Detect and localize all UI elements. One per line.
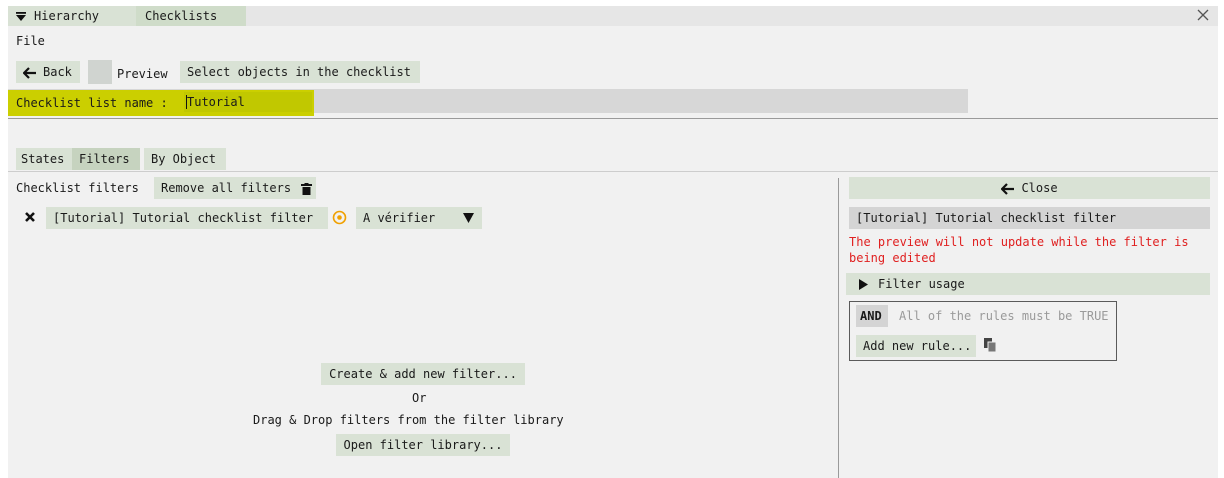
triangle-right-icon	[859, 279, 868, 290]
tab-by-object[interactable]: By Object	[144, 148, 226, 170]
preview-label: Preview	[117, 67, 168, 81]
back-button[interactable]: Back	[16, 61, 80, 83]
divider	[8, 118, 1218, 119]
text-cursor	[186, 95, 187, 109]
trash-icon	[301, 182, 313, 195]
tab-states-label: States	[21, 152, 65, 166]
remove-all-filters-label: Remove all filters	[161, 181, 292, 195]
or-label: Or	[412, 391, 427, 405]
close-x-icon[interactable]	[1196, 8, 1210, 22]
triangle-down-icon	[16, 11, 26, 22]
back-label: Back	[43, 65, 72, 79]
drag-drop-hint: Drag & Drop filters from the filter libr…	[253, 413, 564, 427]
tab-filters-label: Filters	[79, 152, 130, 166]
filter-state-value: A vérifier	[363, 211, 436, 225]
target-circle-icon	[332, 210, 347, 225]
select-objects-button[interactable]: Select objects in the checklist	[180, 61, 420, 83]
menu-file[interactable]: File	[16, 33, 45, 49]
filter-usage-label: Filter usage	[878, 277, 965, 291]
name-input[interactable]: Tutorial	[184, 92, 312, 112]
create-filter-button[interactable]: Create & add new filter...	[321, 363, 525, 385]
triangle-down-icon	[463, 213, 474, 223]
panel-separator	[838, 178, 839, 478]
tab-by-object-label: By Object	[151, 152, 217, 166]
tab-checklists-label: Checklists	[145, 9, 218, 23]
checklist-window: Hierarchy Checklists File Back Preview S…	[8, 6, 1218, 478]
x-icon[interactable]	[24, 211, 36, 223]
tab-checklists[interactable]: Checklists	[136, 6, 246, 26]
checklist-filters-title: Checklist filters	[16, 181, 139, 195]
arrow-left-icon	[1001, 182, 1015, 195]
filter-item-name[interactable]: [Tutorial] Tutorial checklist filter	[46, 207, 328, 229]
filter-state-dropdown[interactable]: A vérifier	[356, 207, 482, 229]
add-new-rule-button[interactable]: Add new rule...	[856, 335, 976, 357]
tab-hierarchy[interactable]: Hierarchy	[8, 6, 136, 26]
operator-description: All of the rules must be TRUE	[899, 309, 1109, 323]
preview-warning-line2: being edited	[849, 251, 936, 265]
open-filter-library-button[interactable]: Open filter library...	[336, 434, 510, 456]
preview-warning-line1: The preview will not update while the fi…	[849, 235, 1189, 249]
subtab-divider	[8, 171, 1218, 172]
tab-hierarchy-label: Hierarchy	[34, 9, 100, 23]
editor-filter-name[interactable]: [Tutorial] Tutorial checklist filter	[849, 207, 1210, 229]
name-field-label: Checklist list name :	[16, 96, 168, 110]
paste-icon[interactable]	[984, 338, 997, 352]
close-editor-label: Close	[1021, 181, 1058, 195]
name-input-value: Tutorial	[187, 95, 245, 109]
operator-and-button[interactable]: AND	[856, 305, 888, 327]
remove-all-filters-button[interactable]: Remove all filters	[154, 177, 316, 199]
filter-usage-toggle[interactable]: Filter usage	[846, 273, 1210, 295]
tab-states[interactable]: States	[16, 148, 72, 170]
close-editor-button[interactable]: Close	[849, 177, 1210, 199]
arrow-left-icon	[23, 66, 37, 79]
preview-checkbox[interactable]	[88, 60, 112, 84]
tab-filters[interactable]: Filters	[72, 148, 140, 170]
